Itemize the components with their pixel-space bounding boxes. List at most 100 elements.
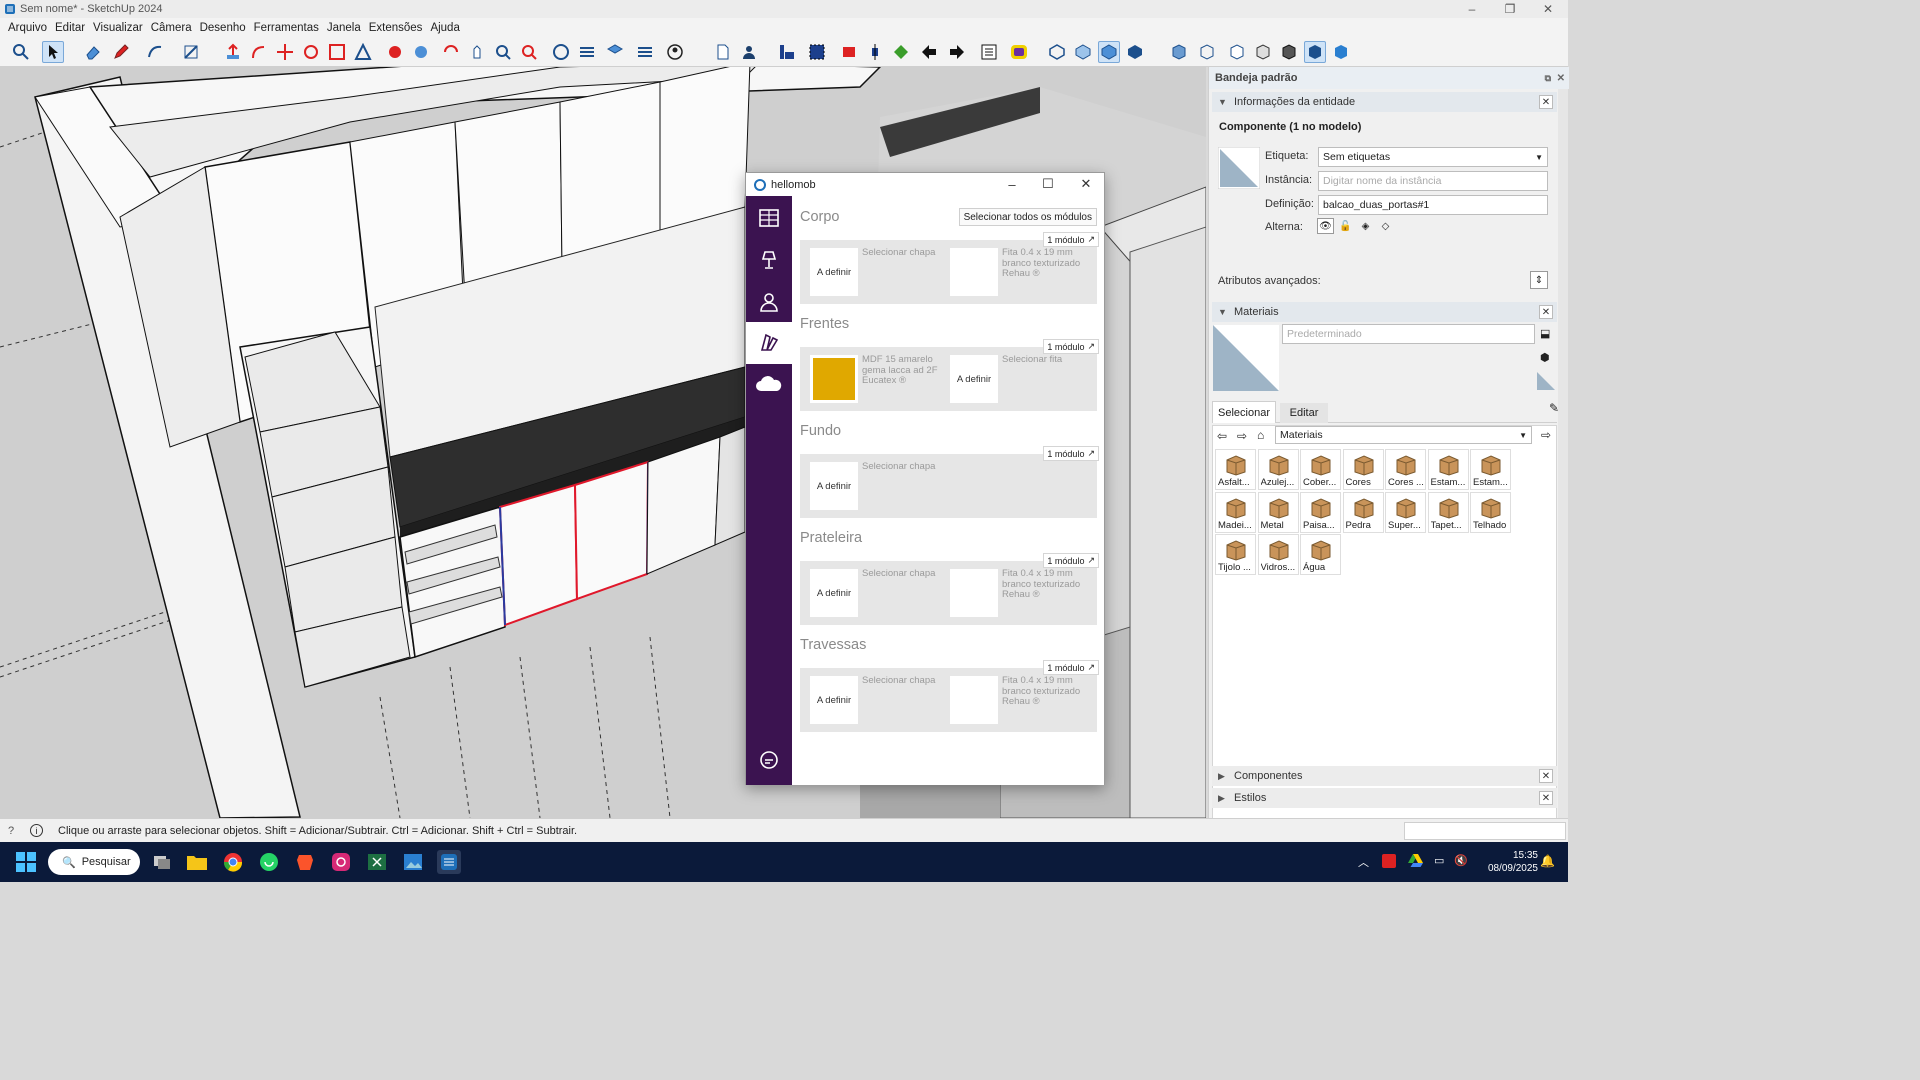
instance-input[interactable]: Digitar nome da instância: [1318, 171, 1548, 191]
material-folder[interactable]: Água: [1300, 534, 1341, 575]
material-folder[interactable]: Cores: [1342, 449, 1384, 490]
travessas-chapa-label[interactable]: Selecionar chapa: [862, 675, 952, 687]
material-folder[interactable]: Telhado: [1470, 491, 1511, 533]
display-icon[interactable]: ▭: [1434, 854, 1444, 867]
menu-arquivo[interactable]: Arquivo: [4, 22, 51, 34]
list-icon[interactable]: [978, 41, 1000, 63]
tape-measure-icon[interactable]: [384, 41, 406, 63]
style-xray-icon[interactable]: [1168, 41, 1190, 63]
style-shaded-icon[interactable]: [1252, 41, 1274, 63]
fundo-material-box[interactable]: A definir: [810, 462, 858, 510]
orbit-icon[interactable]: [440, 41, 462, 63]
chevron-up-icon[interactable]: ︿: [1358, 854, 1369, 870]
material-folder[interactable]: Cober...: [1300, 449, 1341, 490]
chrome-icon[interactable]: [221, 850, 245, 874]
paint-material-icon[interactable]: ⬢: [1540, 351, 1550, 364]
align-bottom-icon[interactable]: [776, 41, 798, 63]
tray-close-icon[interactable]: ✕: [1557, 73, 1565, 84]
material-name-input[interactable]: Predeterminado: [1282, 324, 1535, 344]
travessas-fita-label[interactable]: Fita 0.4 x 19 mm branco texturizado Reha…: [1002, 675, 1092, 708]
warehouse-icon[interactable]: [550, 41, 572, 63]
cast-shadows-icon[interactable]: ◈: [1357, 218, 1374, 234]
fundo-module-badge[interactable]: 1 módulo ↗: [1043, 446, 1099, 461]
style-monochrome-icon[interactable]: [1304, 41, 1326, 63]
task-view-icon[interactable]: [150, 850, 174, 874]
travessas-module-badge[interactable]: 1 módulo ↗: [1043, 660, 1099, 675]
materials-header[interactable]: ▼ Materiais ✕: [1212, 302, 1557, 322]
eraser-icon[interactable]: [82, 41, 104, 63]
select-tool-icon[interactable]: [42, 41, 64, 63]
style-blue-icon[interactable]: [1330, 41, 1352, 63]
search-icon[interactable]: [10, 41, 32, 63]
menu-editar[interactable]: Editar: [51, 22, 89, 34]
pencil-icon[interactable]: [110, 41, 132, 63]
menu-janela[interactable]: Janela: [323, 22, 365, 34]
material-folder[interactable]: Cores ...: [1385, 449, 1426, 490]
corpo-chapa-label[interactable]: Selecionar chapa: [862, 247, 952, 259]
info-icon[interactable]: i: [30, 824, 43, 837]
hellomob-icon[interactable]: [1008, 41, 1030, 63]
user-icon[interactable]: [738, 41, 760, 63]
definition-input[interactable]: balcao_duas_portas#1: [1318, 195, 1548, 215]
user-profile-icon[interactable]: [755, 288, 783, 316]
attributes-toggle-icon[interactable]: ⇕: [1530, 271, 1548, 289]
arc-icon[interactable]: [144, 41, 166, 63]
pan-icon[interactable]: [466, 41, 488, 63]
rotate-icon[interactable]: [300, 41, 322, 63]
move-icon[interactable]: [274, 41, 296, 63]
measurements-box[interactable]: [1404, 822, 1566, 840]
components-close-icon[interactable]: ✕: [1539, 769, 1553, 783]
rectangle-icon[interactable]: [180, 41, 202, 63]
profile-icon[interactable]: [664, 41, 686, 63]
material-folder[interactable]: Azulej...: [1257, 449, 1299, 490]
corpo-module-badge[interactable]: 1 módulo ↗: [1043, 232, 1099, 247]
frentes-color-swatch[interactable]: [810, 355, 858, 403]
prateleira-material-box[interactable]: A definir: [810, 569, 858, 617]
frentes-fita-label[interactable]: Selecionar fita: [1002, 354, 1092, 366]
back-arrow-icon[interactable]: ⇦: [1217, 429, 1227, 443]
lock-icon[interactable]: 🔓: [1337, 218, 1354, 234]
scale-icon[interactable]: [326, 41, 348, 63]
windows-start-icon[interactable]: [14, 850, 38, 874]
plugin-maximize-button[interactable]: ☐: [1038, 175, 1058, 193]
style-textured-icon[interactable]: [1278, 41, 1300, 63]
menu-extensoes[interactable]: Extensões: [365, 22, 427, 34]
chat-help-icon[interactable]: [755, 747, 783, 775]
menu-camera[interactable]: Câmera: [147, 22, 196, 34]
frentes-chapa-label[interactable]: MDF 15 amarelo gema lacca ad 2F Eucatex …: [862, 354, 952, 387]
menu-visualizar[interactable]: Visualizar: [89, 22, 147, 34]
corpo-material-box[interactable]: A definir: [810, 248, 858, 296]
paint-bucket-icon[interactable]: [410, 41, 432, 63]
material-folder[interactable]: Paisa...: [1300, 491, 1341, 533]
material-folder[interactable]: Super...: [1385, 491, 1426, 533]
library-select[interactable]: Materiais ▼: [1275, 426, 1532, 444]
layers-icon[interactable]: [604, 41, 626, 63]
material-folder[interactable]: Metal: [1257, 491, 1299, 533]
cloud-icon[interactable]: [755, 370, 783, 398]
entity-info-close-icon[interactable]: ✕: [1539, 95, 1553, 109]
tab-edit[interactable]: Editar: [1280, 403, 1328, 423]
menu-desenho[interactable]: Desenho: [196, 22, 250, 34]
material-folder[interactable]: Tapet...: [1427, 491, 1469, 533]
forward-arrow-icon[interactable]: ⇨: [1237, 429, 1247, 443]
view-front-icon[interactable]: [1098, 41, 1120, 63]
tag-select[interactable]: Sem etiquetas ▼: [1318, 147, 1548, 167]
style-hidden-line-icon[interactable]: [1226, 41, 1248, 63]
corpo-fita-label[interactable]: Fita 0.4 x 19 mm branco texturizado Reha…: [1002, 247, 1092, 280]
styles-header[interactable]: ▶ Estilos ✕: [1212, 788, 1557, 808]
view-right-icon[interactable]: [1124, 41, 1146, 63]
menu-ferramentas[interactable]: Ferramentas: [250, 22, 323, 34]
home-icon[interactable]: ⌂: [1257, 428, 1264, 442]
push-pull-icon[interactable]: [222, 41, 244, 63]
pin-icon[interactable]: ⧉: [1545, 73, 1551, 84]
prateleira-fita-label[interactable]: Fita 0.4 x 19 mm branco texturizado Reha…: [1002, 568, 1092, 601]
prateleira-chapa-label[interactable]: Selecionar chapa: [862, 568, 952, 580]
materials-close-icon[interactable]: ✕: [1539, 305, 1553, 319]
view-iso-icon[interactable]: [1046, 41, 1068, 63]
taskbar-clock[interactable]: 15:35 08/09/2025: [1480, 849, 1538, 875]
prateleira-fita-box[interactable]: [950, 569, 998, 617]
default-material-icon[interactable]: [1537, 372, 1555, 390]
antivirus-icon[interactable]: [1382, 854, 1396, 868]
plugin-close-button[interactable]: ✕: [1076, 175, 1096, 193]
arrow-right-icon[interactable]: [946, 41, 968, 63]
